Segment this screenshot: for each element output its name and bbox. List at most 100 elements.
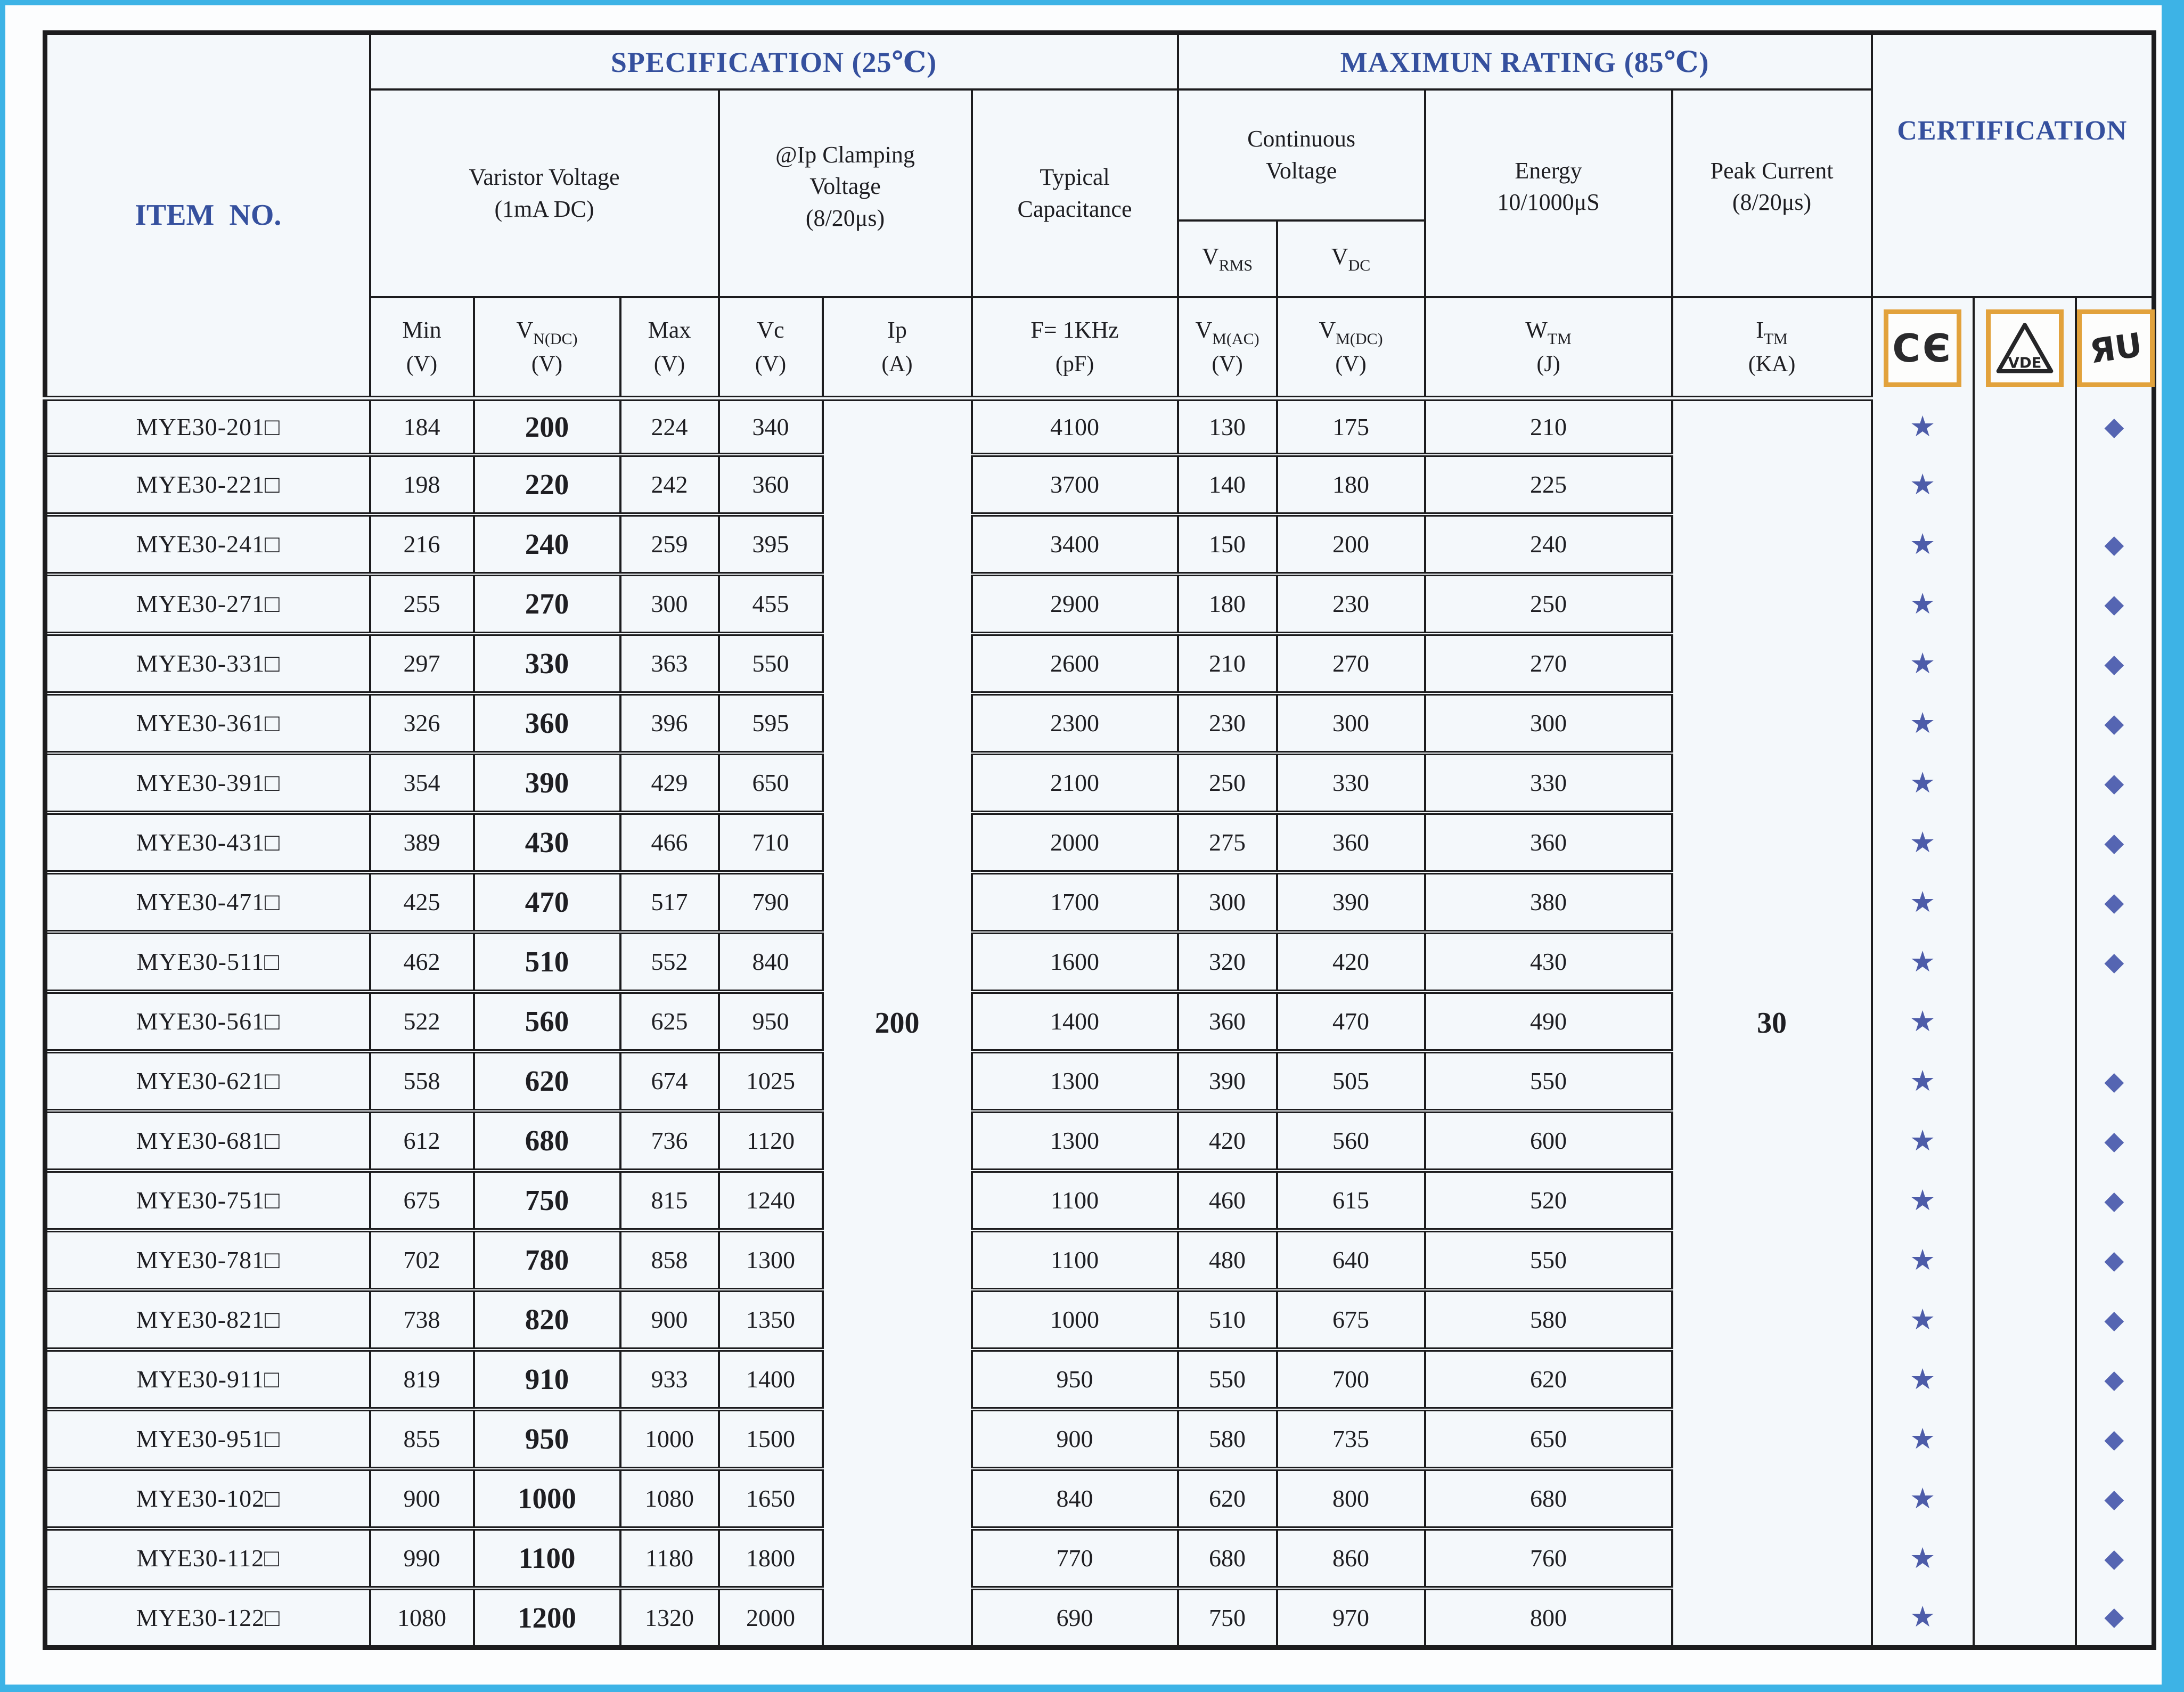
- cell-vde: [1974, 1409, 2076, 1469]
- cell-ce-star: ★: [1872, 872, 1974, 932]
- cell-vmac: 550: [1178, 1350, 1277, 1409]
- cell-vmdc: 615: [1277, 1171, 1425, 1230]
- cell-ce-star: ★: [1872, 1051, 1974, 1111]
- cell-wtm: 600: [1425, 1111, 1672, 1171]
- cell-wtm: 330: [1425, 753, 1672, 813]
- cell-vc: 1120: [719, 1111, 823, 1171]
- cell-max: 466: [620, 813, 719, 872]
- vdc-header: VDC: [1277, 220, 1425, 297]
- cell-vde: [1974, 1528, 2076, 1588]
- ul-mark-icon: ЯU: [2076, 297, 2154, 398]
- cell-ul-diamond: [2076, 455, 2154, 514]
- cell-ce-star: ★: [1872, 1409, 1974, 1469]
- cell-item-no: MYE30-331□: [45, 634, 370, 693]
- cell-vc: 395: [719, 514, 823, 574]
- cell-max: 552: [620, 932, 719, 992]
- page-background: ITEM NO. SPECIFICATION (25℃) MAXIMUN RAT…: [5, 5, 2162, 1685]
- cell-ul-diamond: [2076, 992, 2154, 1051]
- cell-vde: [1974, 813, 2076, 872]
- cell-capacitance: 1000: [972, 1290, 1178, 1350]
- cell-ce-star: ★: [1872, 1528, 1974, 1588]
- cell-capacitance: 3700: [972, 455, 1178, 514]
- cell-item-no: MYE30-471□: [45, 872, 370, 932]
- cell-vc: 840: [719, 932, 823, 992]
- energy-header: Energy 10/1000μS: [1425, 89, 1672, 297]
- cell-min: 389: [370, 813, 474, 872]
- certification-group-header: CERTIFICATION: [1872, 33, 2154, 297]
- cell-wtm: 380: [1425, 872, 1672, 932]
- cell-vmac: 210: [1178, 634, 1277, 693]
- cell-capacitance: 1400: [972, 992, 1178, 1051]
- cell-vc: 1240: [719, 1171, 823, 1230]
- cell-max: 224: [620, 398, 719, 455]
- cell-min: 462: [370, 932, 474, 992]
- cell-vmac: 180: [1178, 574, 1277, 634]
- cell-vndc: 820: [474, 1290, 620, 1350]
- cell-ip-merged: 200: [823, 398, 972, 1648]
- cell-vc: 2000: [719, 1588, 823, 1648]
- col-header-max: Max (V): [620, 297, 719, 398]
- cell-ce-star: ★: [1872, 1290, 1974, 1350]
- cell-wtm: 210: [1425, 398, 1672, 455]
- cell-min: 255: [370, 574, 474, 634]
- cell-item-no: MYE30-781□: [45, 1230, 370, 1290]
- cell-capacitance: 2000: [972, 813, 1178, 872]
- cell-capacitance: 1100: [972, 1171, 1178, 1230]
- cell-max: 858: [620, 1230, 719, 1290]
- cell-capacitance: 3400: [972, 514, 1178, 574]
- col-header-vc: Vc (V): [719, 297, 823, 398]
- cell-vmac: 320: [1178, 932, 1277, 992]
- varistor-voltage-header: Varistor Voltage (1mA DC): [370, 89, 719, 297]
- cell-capacitance: 690: [972, 1588, 1178, 1648]
- cell-vndc: 620: [474, 1051, 620, 1111]
- cell-vmdc: 360: [1277, 813, 1425, 872]
- cell-ce-star: ★: [1872, 932, 1974, 992]
- cell-capacitance: 840: [972, 1469, 1178, 1528]
- cell-min: 990: [370, 1528, 474, 1588]
- cell-vmac: 300: [1178, 872, 1277, 932]
- cell-vc: 790: [719, 872, 823, 932]
- cell-vc: 550: [719, 634, 823, 693]
- cell-max: 396: [620, 693, 719, 753]
- cell-vmdc: 640: [1277, 1230, 1425, 1290]
- cell-ul-diamond: ◆: [2076, 1111, 2154, 1171]
- cell-vmac: 275: [1178, 813, 1277, 872]
- cell-vmac: 510: [1178, 1290, 1277, 1350]
- cell-wtm: 580: [1425, 1290, 1672, 1350]
- cell-min: 738: [370, 1290, 474, 1350]
- cell-vmac: 750: [1178, 1588, 1277, 1648]
- cell-vde: [1974, 1469, 2076, 1528]
- cell-vc: 650: [719, 753, 823, 813]
- cell-vmdc: 330: [1277, 753, 1425, 813]
- item-no-header: ITEM NO.: [45, 33, 370, 398]
- ce-mark-icon: CЄ: [1872, 297, 1974, 398]
- table-row: MYE30-201□ 184 200 224 340 200 4100 130 …: [45, 398, 2154, 455]
- cell-vmac: 480: [1178, 1230, 1277, 1290]
- continuous-voltage-header: Continuous Voltage: [1178, 89, 1425, 220]
- cell-item-no: MYE30-221□: [45, 455, 370, 514]
- cell-vmdc: 675: [1277, 1290, 1425, 1350]
- cell-vndc: 1100: [474, 1528, 620, 1588]
- cell-vmac: 680: [1178, 1528, 1277, 1588]
- cell-ce-star: ★: [1872, 1469, 1974, 1528]
- cell-min: 702: [370, 1230, 474, 1290]
- cell-vde: [1974, 1171, 2076, 1230]
- cell-vmdc: 420: [1277, 932, 1425, 992]
- cell-vde: [1974, 1290, 2076, 1350]
- cell-vde: [1974, 1588, 2076, 1648]
- cell-vndc: 360: [474, 693, 620, 753]
- item-no-label: ITEM NO.: [135, 199, 281, 232]
- col-header-vmdc: VM(DC) (V): [1277, 297, 1425, 398]
- cell-vc: 950: [719, 992, 823, 1051]
- cell-vmac: 140: [1178, 455, 1277, 514]
- cell-wtm: 240: [1425, 514, 1672, 574]
- cell-item-no: MYE30-561□: [45, 992, 370, 1051]
- cell-max: 1320: [620, 1588, 719, 1648]
- cell-ul-diamond: ◆: [2076, 753, 2154, 813]
- cell-vde: [1974, 455, 2076, 514]
- cell-vmdc: 230: [1277, 574, 1425, 634]
- cell-item-no: MYE30-112□: [45, 1528, 370, 1588]
- cell-vmdc: 390: [1277, 872, 1425, 932]
- cell-min: 297: [370, 634, 474, 693]
- cell-ul-diamond: ◆: [2076, 1171, 2154, 1230]
